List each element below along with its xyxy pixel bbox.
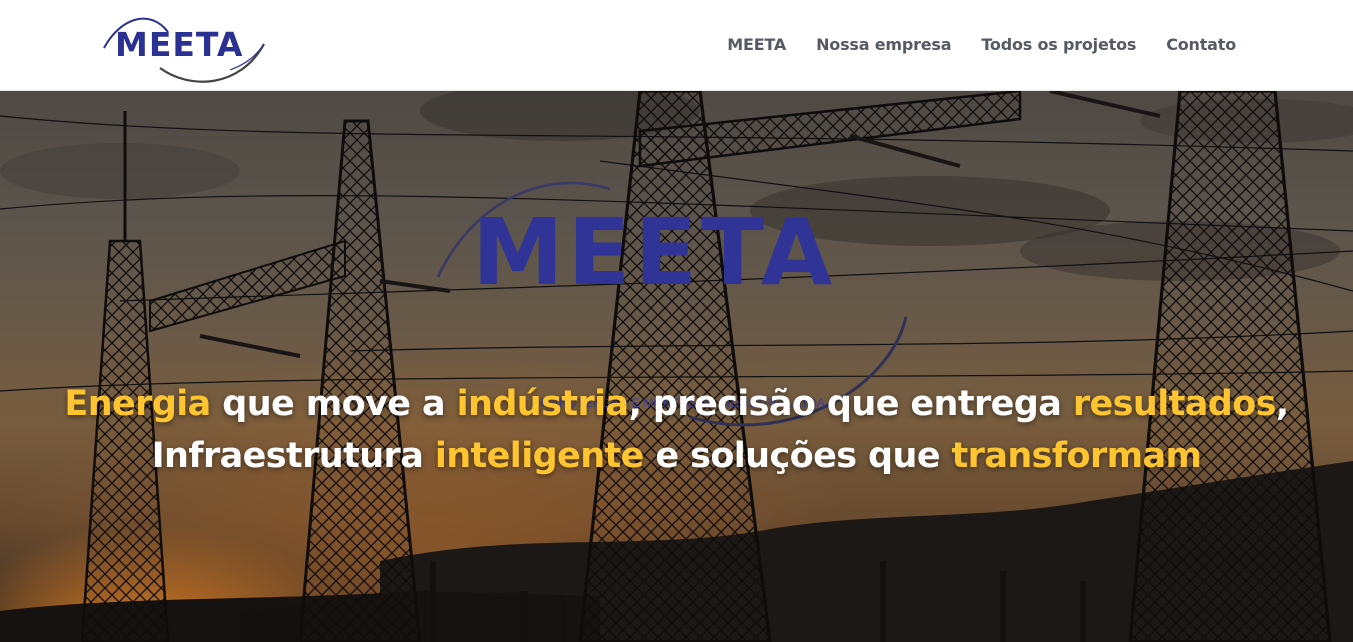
site-logo[interactable]: MEETA	[100, 10, 268, 84]
highlight-resultados: resultados	[1072, 384, 1277, 424]
nav-nossa-empresa[interactable]: Nossa empresa	[816, 34, 951, 56]
headline-text: Infraestrutura	[151, 436, 435, 476]
hero-headline: Energia que move a indústria, precisão q…	[0, 378, 1353, 482]
headline-text: que move a	[210, 384, 457, 424]
headline-line-1: Energia que move a indústria, precisão q…	[0, 378, 1353, 430]
hero-logo-text: MEETA	[472, 199, 837, 306]
highlight-transformam: transformam	[951, 436, 1202, 476]
site-header: MEETA MEETA Nossa empresa Todos os proje…	[0, 0, 1353, 91]
logo-text: MEETA	[115, 25, 244, 64]
main-nav: MEETA Nossa empresa Todos os projetos Co…	[727, 34, 1236, 56]
headline-text: , precisão que entrega	[628, 384, 1073, 424]
hero-logo: MEETA MANUTENÇÃO E MONTAGEM INDUSTRIAL L…	[430, 167, 910, 427]
page: MEETA MEETA Nossa empresa Todos os proje…	[0, 0, 1353, 642]
highlight-energia: Energia	[64, 384, 211, 424]
nav-todos-os-projetos[interactable]: Todos os projetos	[981, 34, 1136, 56]
headline-text: ,	[1275, 384, 1289, 424]
nav-contato[interactable]: Contato	[1166, 34, 1236, 56]
highlight-inteligente: inteligente	[434, 436, 645, 476]
headline-text: e soluções que	[643, 436, 952, 476]
headline-line-2: Infraestrutura inteligente e soluções qu…	[0, 430, 1353, 482]
highlight-industria: indústria	[456, 384, 630, 424]
nav-meeta[interactable]: MEETA	[727, 34, 786, 56]
hero-section: MEETA MANUTENÇÃO E MONTAGEM INDUSTRIAL L…	[0, 91, 1353, 642]
